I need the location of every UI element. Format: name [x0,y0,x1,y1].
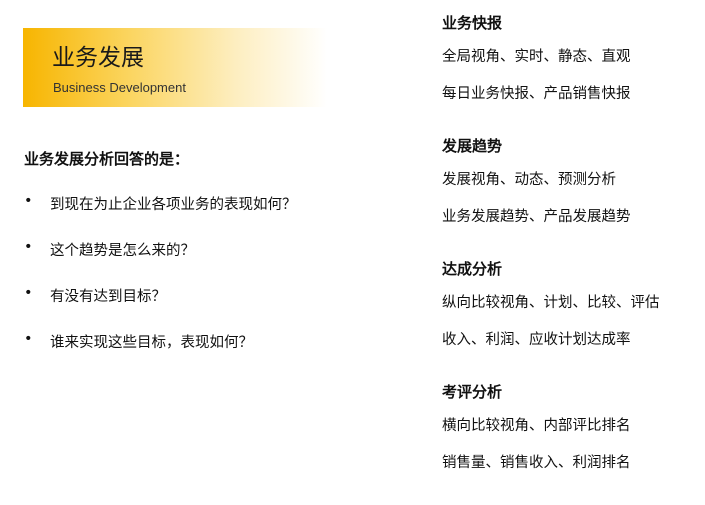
section-line: 每日业务快报、产品销售快报 [442,86,631,102]
banner-title: 业务发展 [52,45,144,71]
section-title: 业务快报 [442,14,503,32]
banner-subtitle: Business Development [53,80,186,95]
question-text: 谁来实现这些目标，表现如何？ [50,335,253,351]
section-development-trend: 发展趋势 发展视角、动态、预测分析 业务发展趋势、产品发展趋势 [442,136,702,259]
questions-list: • 到现在为止企业各项业务的表现如何？ • 这个趋势是怎么来的？ • 有没有达到… [24,193,297,377]
bullet-icon: • [24,331,33,347]
bullet-icon: • [24,285,33,301]
title-banner: 业务发展 Business Development [23,28,327,107]
section-achievement-analysis: 达成分析 纵向比较视角、计划、比较、评估 收入、利润、应收计划达成率 [442,259,702,382]
section-line: 纵向比较视角、计划、比较、评估 [442,295,660,311]
analysis-sections: 业务快报 全局视角、实时、静态、直观 每日业务快报、产品销售快报 发展趋势 发展… [442,13,702,505]
list-item: • 到现在为止企业各项业务的表现如何？ [24,193,297,239]
section-title: 考评分析 [442,383,503,401]
bullet-icon: • [24,239,33,255]
section-line: 收入、利润、应收计划达成率 [442,332,631,348]
list-item: • 有没有达到目标？ [24,285,297,331]
section-line: 横向比较视角、内部评比排名 [442,418,631,434]
question-text: 到现在为止企业各项业务的表现如何？ [50,197,297,213]
section-line: 全局视角、实时、静态、直观 [442,49,631,65]
list-item: • 这个趋势是怎么来的？ [24,239,297,285]
section-line: 业务发展趋势、产品发展趋势 [442,209,631,225]
question-text: 这个趋势是怎么来的？ [50,243,195,259]
section-business-report: 业务快报 全局视角、实时、静态、直观 每日业务快报、产品销售快报 [442,13,702,136]
section-title: 发展趋势 [442,137,503,155]
questions-heading: 业务发展分析回答的是： [24,150,190,168]
section-line: 发展视角、动态、预测分析 [442,172,616,188]
bullet-icon: • [24,193,33,209]
section-line: 销售量、销售收入、利润排名 [442,455,631,471]
question-text: 有没有达到目标？ [50,289,166,305]
list-item: • 谁来实现这些目标，表现如何？ [24,331,297,377]
section-evaluation-analysis: 考评分析 横向比较视角、内部评比排名 销售量、销售收入、利润排名 [442,382,702,505]
section-title: 达成分析 [442,260,503,278]
